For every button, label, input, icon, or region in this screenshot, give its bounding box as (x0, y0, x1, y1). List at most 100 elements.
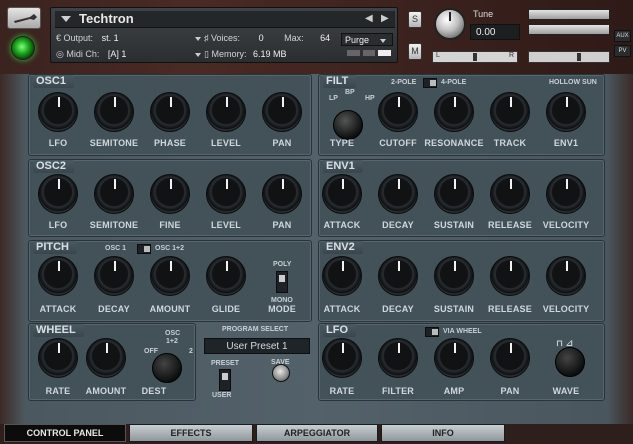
pitch-attack-knob[interactable] (38, 256, 78, 296)
save-button[interactable] (272, 364, 290, 382)
mode-switch[interactable] (276, 271, 288, 293)
midi-channel-value[interactable]: [A] 1 (108, 49, 127, 59)
osc2-semitone-label: SEMITONE (89, 220, 139, 230)
osc2-pan-knob[interactable] (262, 174, 302, 214)
purge-dropdown[interactable]: Purge (341, 33, 393, 46)
osc1-lfo-knob[interactable] (38, 92, 78, 132)
knob-pointer (114, 261, 116, 271)
previous-arrow-icon[interactable]: ◀ (365, 13, 373, 24)
env1-attack-knob[interactable] (322, 174, 362, 214)
env2-decay-knob[interactable] (378, 256, 418, 296)
lfo-wave-knob[interactable] (555, 347, 585, 377)
pan-slider-thumb[interactable] (473, 53, 477, 61)
env2-release-knob[interactable] (490, 256, 530, 296)
tune-value[interactable]: 0.00 (470, 24, 520, 40)
solo-button[interactable]: S (408, 11, 422, 28)
purge-label: Purge (345, 35, 370, 45)
aux-button[interactable]: AUX (614, 30, 631, 42)
output-row[interactable]: € Output: st. 1 (56, 33, 202, 43)
filt-resonance-knob[interactable] (434, 92, 474, 132)
power-led-icon[interactable] (11, 36, 35, 60)
env1-sustain-knob[interactable] (434, 174, 474, 214)
env2-velocity-knob[interactable] (546, 256, 586, 296)
pole-switch[interactable] (423, 78, 437, 88)
lfo-pan-knob[interactable] (490, 338, 530, 378)
mute-button[interactable]: M (408, 43, 422, 60)
osc2-semitone-knob[interactable] (94, 174, 134, 214)
voices-icon: ♯ (204, 33, 209, 43)
osc1-semitone-knob[interactable] (94, 92, 134, 132)
next-arrow-icon[interactable]: ▶ (381, 13, 389, 24)
pitch-osc-switch[interactable] (137, 244, 151, 254)
output-value[interactable]: st. 1 (102, 33, 119, 43)
osc2-level-knob[interactable] (206, 174, 246, 214)
lfo-filter-knob[interactable] (378, 338, 418, 378)
env2-attack-knob[interactable] (322, 256, 362, 296)
voices-row: ♯ Voices: 0 Max: 64 (204, 33, 330, 43)
lfo-amp-label: AMP (443, 386, 465, 396)
knob-pointer (170, 97, 172, 107)
env2-sustain-knob[interactable] (434, 256, 474, 296)
output-dropdown-icon[interactable] (195, 37, 202, 41)
pitch-amount-knob[interactable] (150, 256, 190, 296)
wheel-dest-knob[interactable] (152, 353, 182, 383)
env2-release-label: RELEASE (488, 304, 532, 314)
tab-info[interactable]: INFO (381, 424, 505, 442)
filt-resonance-label: RESONANCE (424, 138, 484, 148)
preset-display[interactable]: User Preset 1 (204, 338, 310, 354)
tab-control-panel[interactable]: CONTROL PANEL (4, 424, 126, 442)
env1-decay-knob[interactable] (378, 174, 418, 214)
knob-pointer (58, 97, 60, 107)
tab-arpeggiator[interactable]: ARPEGGIATOR (256, 424, 378, 442)
filt-env1-knob[interactable] (546, 92, 586, 132)
instrument-name[interactable]: Techtron (79, 11, 134, 26)
osc1-phase-label: PHASE (153, 138, 186, 148)
pitch-glide-knob[interactable] (206, 256, 246, 296)
osc2-pan-label: PAN (272, 220, 292, 230)
volume-slider-thumb[interactable] (577, 53, 581, 61)
memory-value: 6.19 MB (253, 49, 287, 59)
wrench-icon[interactable] (7, 7, 41, 29)
via-wheel-switch[interactable] (425, 327, 439, 337)
type-lp-label: LP (329, 95, 338, 102)
lfo-pan-label: PAN (500, 386, 520, 396)
knob-pointer (58, 179, 60, 189)
osc1-level-knob[interactable] (206, 92, 246, 132)
pv-button[interactable]: PV (614, 45, 631, 57)
osc2-lfo-knob[interactable] (38, 174, 78, 214)
filt-cutoff-knob[interactable] (378, 92, 418, 132)
tune-knob[interactable] (434, 8, 466, 40)
env1-velocity-knob[interactable] (546, 174, 586, 214)
osc12-label: OSC 1+2 (155, 245, 184, 252)
collapse-triangle-icon[interactable] (61, 16, 71, 22)
preset-user-switch[interactable] (219, 369, 231, 391)
midi-dropdown-icon[interactable] (194, 53, 201, 57)
wheel-amount-knob[interactable] (86, 338, 126, 378)
max-voices-value[interactable]: 64 (320, 33, 330, 43)
osc2-fine-knob[interactable] (150, 174, 190, 214)
filt-track-knob[interactable] (490, 92, 530, 132)
pan-slider[interactable]: L R (432, 51, 518, 63)
osc2-lfo-label: LFO (48, 220, 68, 230)
osc2-level-label: LEVEL (210, 220, 241, 230)
volume-slider[interactable] (528, 51, 610, 63)
env2-attack-label: ATTACK (323, 304, 361, 314)
filter-type-knob[interactable] (333, 110, 363, 140)
pitch-decay-knob[interactable] (94, 256, 134, 296)
pitch-glide-label: GLIDE (211, 304, 241, 314)
filter-title: FILT (323, 75, 357, 88)
env1-release-knob[interactable] (490, 174, 530, 214)
lfo-amp-knob[interactable] (434, 338, 474, 378)
midi-row[interactable]: ◎ Midi Ch: [A] 1 (56, 49, 201, 60)
wheel-rate-knob[interactable] (38, 338, 78, 378)
tab-effects[interactable]: EFFECTS (129, 424, 253, 442)
type-bp-label: BP (345, 89, 355, 96)
osc1-pan-knob[interactable] (262, 92, 302, 132)
osc2-title: OSC2 (33, 160, 74, 173)
purge-indicator (347, 50, 392, 56)
osc1-phase-knob[interactable] (150, 92, 190, 132)
lfo-rate-knob[interactable] (322, 338, 362, 378)
hollow-sun-logo: HOLLOW SUN (549, 79, 597, 86)
knob-pointer (106, 343, 108, 353)
env1-release-label: RELEASE (488, 220, 532, 230)
